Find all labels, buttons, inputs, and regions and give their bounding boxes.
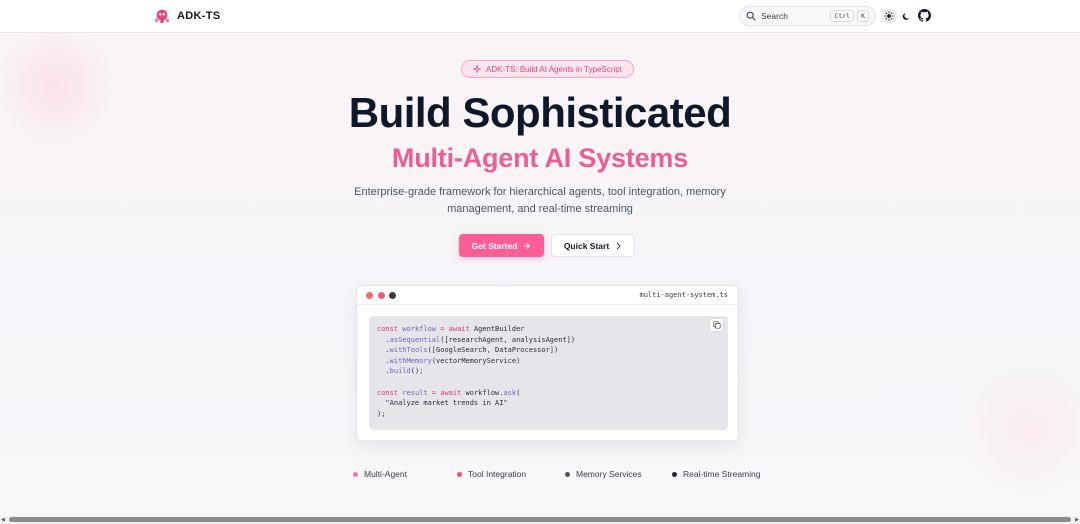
window-dot-dark [389,292,396,299]
code-token: (vectorMemoryService) [431,356,521,365]
sun-icon [884,11,894,21]
code-token: . [377,356,390,365]
feature-item: Memory Services [565,469,642,479]
navbar: ADK-TS Search Ctrl K [0,0,1080,33]
code-token: "Analyze market trends in AI" [377,399,508,408]
description-line-1: Enterprise-grade framework for hierarchi… [354,186,726,198]
chevron-right-icon [617,242,621,249]
hero-title: Build Sophisticated [348,89,732,136]
arrow-right-icon [524,242,531,249]
quick-start-label: Quick Start [563,240,610,251]
code-token: withTools [389,346,428,355]
code-token: build [389,367,411,376]
feature-list: Multi-Agent Tool Integration Memory Serv… [0,469,1080,481]
code-line: const workflow = await AgentBuilder [377,324,720,335]
hero-description: Enterprise-grade framework for hierarchi… [340,184,740,218]
feature-label: Tool Integration [468,469,527,479]
code-token: result [402,388,428,397]
code-token: const [377,325,403,333]
dark-theme-button[interactable] [900,9,915,24]
code-line: ); [377,409,720,420]
light-theme-button[interactable] [882,8,897,24]
code-filename: multi-agent-system.ts [639,291,728,299]
code-line: .build(); [377,366,720,377]
quick-start-button[interactable]: Quick Start [551,234,635,257]
feature-label: Multi-Agent [364,469,407,479]
feature-dot [353,471,358,477]
code-line: .withMemory(vectorMemoryService) [377,356,720,367]
scroll-right-icon[interactable]: ▶ [1075,517,1079,523]
code-token: ([GoogleSearch, DataProcessor]) [427,346,559,355]
hero-subtitle: Multi-Agent AI Systems [391,143,689,173]
copy-icon [712,321,721,329]
code-block: const workflow = await AgentBuilder .asS… [369,316,728,430]
theme-toggle[interactable] [882,7,914,25]
badge-text: ADK-TS: Build AI Agents in TypeScript [486,64,622,74]
code-token: ( [516,388,521,397]
feature-dot [457,471,462,477]
hero-badge: ADK-TS: Build AI Agents in TypeScript [461,60,634,78]
code-window: multi-agent-system.ts const workflow = a… [356,285,739,441]
search-button[interactable]: Search Ctrl K [739,6,876,26]
search-icon [746,11,756,21]
feature-label: Memory Services [576,469,642,479]
sparkle-icon [473,65,482,73]
code-token: AgentBuilder [473,325,525,333]
page-background [0,0,1080,524]
code-token: = await [427,388,466,397]
get-started-button[interactable]: Get Started [459,234,544,257]
code-token: ([researchAgent, analysisAgent]) [440,335,576,344]
feature-dot [565,471,570,477]
window-dot-pink [378,292,385,299]
scroll-left-icon[interactable]: ◀ [1,517,5,523]
search-label: Search [761,11,788,21]
code-token: asSequential [389,335,441,344]
code-token: workflow [402,325,437,333]
code-lines: const workflow = await AgentBuilder .asS… [377,324,720,419]
description-line-2: management, and real-time streaming [447,203,633,215]
code-token: (); [410,367,424,376]
code-token: ); [377,409,386,418]
code-token: ask [503,388,517,397]
code-token: . [377,335,390,344]
window-dot-red [366,292,373,299]
code-token: = await [436,325,474,333]
code-token: withMemory [389,356,432,365]
code-token: workflow. [465,388,504,397]
horizontal-scrollbar[interactable]: ◀ ▶ [0,516,1080,524]
feature-item: Real-time Streaming [672,469,760,479]
github-icon[interactable] [918,9,931,22]
logo-icon [154,9,170,24]
feature-dot [672,471,677,477]
get-started-label: Get Started [471,240,518,251]
code-line: "Analyze market trends in AI" [377,398,720,409]
logo-text: ADK-TS [177,10,221,22]
code-line: .withTools([GoogleSearch, DataProcessor]… [377,345,720,356]
code-token: const [377,388,403,397]
feature-label: Real-time Streaming [683,469,761,479]
code-token: . [377,346,390,355]
feature-item: Multi-Agent [353,469,407,479]
kbd-k: K [857,10,869,22]
code-window-header: multi-agent-system.ts [357,286,738,305]
code-token: . [377,367,390,376]
moon-icon [902,12,910,20]
scrollbar-thumb[interactable] [9,517,1071,522]
kbd-ctrl: Ctrl [830,10,855,22]
code-line: .asSequential([researchAgent, analysisAg… [377,335,720,346]
code-line: const result = await workflow.ask( [377,388,720,399]
logo[interactable]: ADK-TS [153,7,220,25]
copy-button[interactable] [709,318,724,332]
feature-item: Tool Integration [457,469,526,479]
